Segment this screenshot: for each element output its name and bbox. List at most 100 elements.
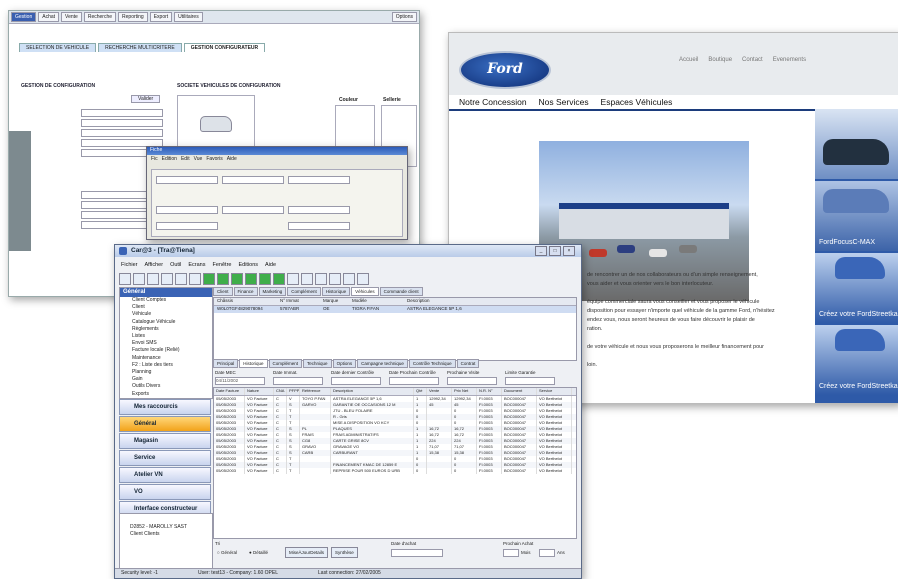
table-row[interactable]: W0L0TGF4829078094 5787ABR OE TIGRA P.FAN… — [214, 306, 576, 313]
ford-nav-concession[interactable]: Notre Concession — [459, 97, 527, 107]
date-mec-input[interactable]: 04/11/2002 — [215, 377, 265, 385]
menu-utilitaires[interactable]: Utilitaires — [174, 12, 203, 22]
tree-item[interactable]: Envoi SMS — [120, 340, 212, 347]
ford-card-focus[interactable]: FordFocusC-MAX — [815, 181, 898, 251]
ford-topnav-boutique[interactable]: Boutique — [708, 57, 732, 63]
popup-field-7[interactable] — [156, 222, 218, 230]
tree-item[interactable]: Véhicule — [120, 311, 212, 318]
tab-contrat[interactable]: Contrat — [456, 359, 480, 368]
config-field-8[interactable] — [81, 211, 153, 219]
ans-input[interactable] — [539, 549, 555, 557]
col-marque[interactable]: Marque — [320, 298, 349, 305]
ford-card-streetka-1[interactable]: Créez votre FordStreetka — [815, 253, 898, 323]
popup-menu-fic[interactable]: Fic — [151, 156, 158, 162]
toolbar-icon[interactable] — [287, 273, 299, 285]
menu-recherche[interactable]: Recherche — [83, 12, 117, 22]
toolbar-icon[interactable] — [259, 273, 271, 285]
tree-item[interactable]: Outils Divers — [120, 383, 212, 390]
toolbar-icon[interactable] — [329, 273, 341, 285]
nav-service[interactable]: Service — [119, 450, 211, 466]
col-qte[interactable]: Qté — [414, 388, 427, 395]
popup-menu-edit[interactable]: Edit — [181, 156, 190, 162]
close-icon[interactable]: × — [563, 246, 575, 256]
toolbar-icon[interactable] — [357, 273, 369, 285]
dernier-controle-input[interactable] — [331, 377, 381, 385]
menu-export[interactable]: Export — [149, 12, 173, 22]
nav-bottom-item[interactable]: D2852 - MAROLLY SAST — [120, 524, 212, 531]
config-field-1[interactable] — [81, 109, 163, 117]
col-nr[interactable]: N.R. N° — [477, 388, 502, 395]
col-chassis[interactable]: Châssis — [214, 298, 277, 305]
nav-atelier-vn[interactable]: Atelier VN — [119, 467, 211, 483]
config-field-6[interactable] — [81, 191, 153, 199]
menu-aide[interactable]: Aide — [265, 262, 276, 272]
tree-item[interactable]: Exports — [120, 391, 212, 398]
col-nature[interactable]: Nature — [245, 388, 274, 395]
col-document[interactable]: Document — [502, 388, 537, 395]
menu-reporting[interactable]: Reporting — [118, 12, 148, 22]
menu-options[interactable]: Options — [391, 12, 417, 22]
toolbar-icon[interactable] — [273, 273, 285, 285]
popup-field-4[interactable] — [156, 206, 218, 214]
tab-client[interactable]: Client — [213, 287, 233, 296]
nav-vo[interactable]: VO — [119, 484, 211, 500]
ford-card-1[interactable] — [815, 109, 898, 179]
tree-item[interactable]: Règlements — [120, 326, 212, 333]
nav-bottom-item[interactable]: Client Clients — [120, 531, 212, 538]
toolbar-icon[interactable] — [315, 273, 327, 285]
date-immat-input[interactable] — [273, 377, 323, 385]
col-service[interactable]: Service — [537, 388, 572, 395]
tab-principal[interactable]: Principal — [213, 359, 239, 368]
toolbar-icon[interactable] — [343, 273, 355, 285]
col-prix-net[interactable]: Prix Net — [452, 388, 477, 395]
menu-ecrans[interactable]: Ecrans — [188, 262, 205, 272]
toolbar-icon[interactable] — [203, 273, 215, 285]
tab-options[interactable]: Options — [332, 359, 357, 368]
tab-vehicules[interactable]: Véhicules — [351, 287, 379, 296]
popup-field-5[interactable] — [222, 206, 284, 214]
limite-garantie-input[interactable] — [505, 377, 555, 385]
popup-field-6[interactable] — [288, 206, 350, 214]
popup-field-2[interactable] — [222, 176, 284, 184]
tab-recherche[interactable]: RECHERCHE MULTICRITERE — [98, 43, 182, 52]
col-reference[interactable]: Référence — [300, 388, 331, 395]
config-field-2[interactable] — [81, 119, 163, 127]
popup-menu-favoris[interactable]: Favoris — [206, 156, 222, 162]
tab-configurateur[interactable]: GESTION CONFIGURATEUR — [183, 43, 266, 52]
synthese-button[interactable]: Synthèse — [331, 547, 358, 558]
col-immat[interactable]: N° Immat — [277, 298, 320, 305]
menu-vente[interactable]: Vente — [61, 12, 82, 22]
tree-item[interactable]: Facture locale (Relié) — [120, 347, 212, 354]
popup-menu-edition[interactable]: Edition — [162, 156, 177, 162]
tab-historique-detail[interactable]: Historique — [239, 359, 268, 368]
toolbar-icon[interactable] — [231, 273, 243, 285]
tree-item[interactable]: Maintenance — [120, 355, 212, 362]
popup-field-1[interactable] — [156, 176, 218, 184]
menu-outil[interactable]: Outil — [170, 262, 181, 272]
tree-item[interactable]: Catalogue Véhicule — [120, 319, 212, 326]
col-cna[interactable]: CNA — [274, 388, 287, 395]
tree-item[interactable]: Listes — [120, 333, 212, 340]
col-vente[interactable]: Vente — [427, 388, 452, 395]
tree-item[interactable]: Planning — [120, 369, 212, 376]
maximize-icon[interactable]: □ — [549, 246, 561, 256]
config-field-3[interactable] — [81, 129, 163, 137]
tab-commande-client[interactable]: Commande client — [379, 287, 423, 296]
config-field-7[interactable] — [81, 201, 153, 209]
tree-item[interactable]: F2 : Liste des tiers — [120, 362, 212, 369]
tab-finance[interactable]: Finance — [233, 287, 258, 296]
col-description[interactable]: Description — [404, 298, 527, 305]
ford-topnav-contact[interactable]: Contact — [742, 57, 763, 63]
popup-menu-aide[interactable]: Aide — [227, 156, 237, 162]
menu-gestion[interactable]: Gestion — [11, 12, 37, 22]
tab-campagne[interactable]: Campagne technique — [357, 359, 408, 368]
date-achat-input[interactable] — [391, 549, 443, 557]
radio-general[interactable]: ○ Général — [217, 550, 237, 555]
toolbar-icon[interactable] — [119, 273, 131, 285]
prochaine-visite-input[interactable] — [447, 377, 497, 385]
nav-magasin[interactable]: Magasin — [119, 433, 211, 449]
col-pfpp[interactable]: PFPP — [287, 388, 300, 395]
tab-marketing[interactable]: Marketing — [258, 287, 287, 296]
ford-topnav-accueil[interactable]: Accueil — [679, 57, 698, 63]
toolbar-icon[interactable] — [175, 273, 187, 285]
